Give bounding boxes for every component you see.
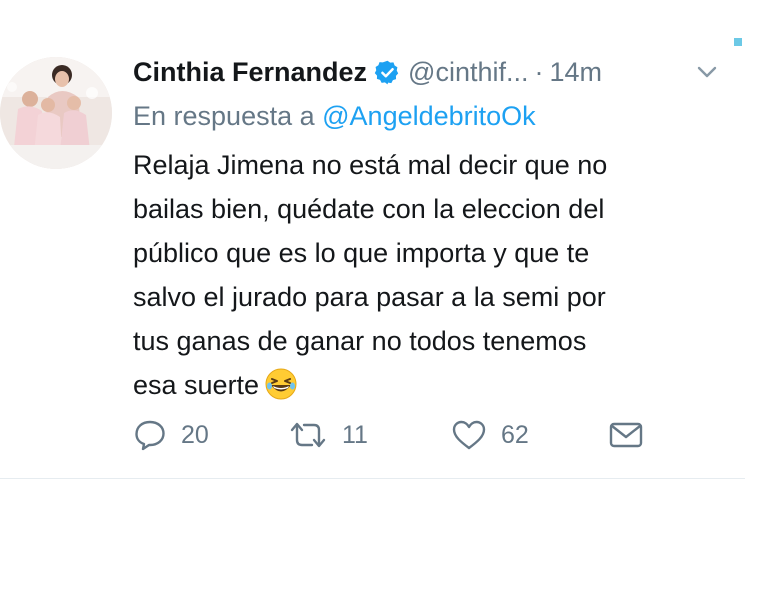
reply-button[interactable]: 20: [133, 415, 209, 455]
tweet-text-line: esa suerte: [133, 370, 260, 400]
reply-icon: [135, 420, 165, 451]
divider: [0, 478, 745, 479]
reply-count: 20: [181, 420, 209, 449]
reply-mention-link[interactable]: @AngeldebritoOk: [322, 101, 536, 131]
tweet-text-last-line: esa suerte: [133, 363, 733, 407]
tweet-header: Cinthia Fernandez @cinthif... · 14m: [133, 52, 602, 92]
tweet-text: Relaja Jimena no está mal decir que no b…: [133, 143, 733, 407]
direct-message-button[interactable]: [609, 415, 643, 455]
retweet-count: 11: [342, 420, 368, 449]
separator: ·: [534, 56, 544, 87]
verified-badge-icon: [374, 59, 401, 86]
message-icon: [609, 422, 643, 448]
tweet-text-line: salvo el jurado para pasar a la semi por: [133, 282, 606, 312]
timestamp[interactable]: 14m: [549, 57, 602, 88]
like-count: 62: [501, 420, 529, 449]
author-name[interactable]: Cinthia Fernandez: [133, 57, 367, 88]
tweet-actions: 20 11 62: [133, 415, 693, 455]
tweet-text-line: bailas bien, quédate con la eleccion del: [133, 194, 605, 224]
tweet-text-line: público que es lo que importa y que te: [133, 238, 590, 268]
like-button[interactable]: 62: [451, 415, 529, 455]
tweet-text-line: Relaja Jimena no está mal decir que no: [133, 150, 608, 180]
reply-prefix: En respuesta a: [133, 101, 315, 131]
retweet-button[interactable]: 11: [288, 415, 368, 455]
chevron-down-icon[interactable]: [694, 61, 720, 83]
tweet-text-line: tus ganas de ganar no todos tenemos: [133, 326, 587, 356]
avatar[interactable]: [0, 57, 112, 169]
status-dot: [734, 38, 742, 46]
reply-context: En respuesta a @AngeldebritoOk: [133, 101, 536, 132]
tweet-card[interactable]: Cinthia Fernandez @cinthif... · 14m En r…: [0, 0, 767, 480]
grinning-squinting-face-emoji-icon: [265, 368, 297, 400]
like-icon: [452, 420, 486, 450]
author-handle[interactable]: @cinthif...: [408, 57, 528, 88]
retweet-icon: [290, 422, 326, 448]
